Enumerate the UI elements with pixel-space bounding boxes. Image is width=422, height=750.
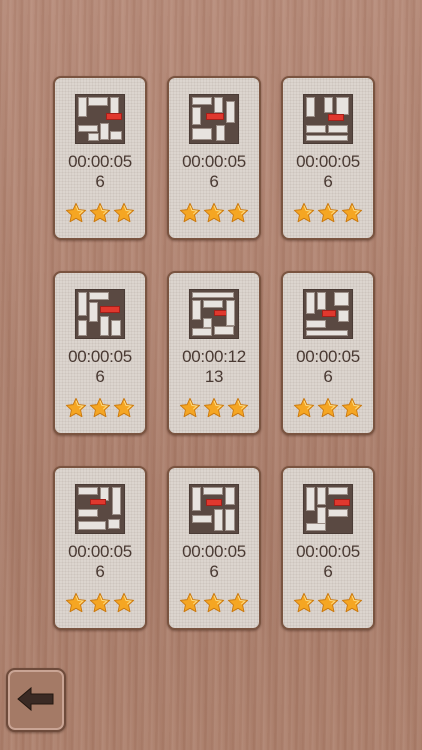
star-icon [179,397,201,419]
puzzle-thumbnail [75,94,125,144]
star-icon [65,397,87,419]
star-icon [317,202,339,224]
puzzle-thumbnail [189,94,239,144]
star-icon [203,397,225,419]
star-icon [113,397,135,419]
left-arrow-icon [17,686,54,712]
level-card-2[interactable]: 00:00:05 6 [167,76,261,240]
star-icon [113,592,135,614]
star-rating [65,202,135,224]
star-icon [203,202,225,224]
star-icon [203,592,225,614]
puzzle-thumbnail [189,484,239,534]
puzzle-thumbnail [75,484,125,534]
best-time: 00:00:05 6 [296,542,360,581]
level-card-7[interactable]: 00:00:05 6 [53,466,147,630]
best-time: 00:00:05 6 [182,542,246,581]
star-icon [341,592,363,614]
best-time: 00:00:05 6 [182,152,246,191]
level-card-1[interactable]: 00:00:05 6 [53,76,147,240]
best-time: 00:00:05 6 [68,152,132,191]
level-card-6[interactable]: 00:00:05 6 [281,271,375,435]
star-rating [179,592,249,614]
star-icon [293,397,315,419]
star-rating [293,397,363,419]
level-card-5[interactable]: 00:00:12 13 [167,271,261,435]
best-time: 00:00:05 6 [296,152,360,191]
star-rating [293,592,363,614]
star-rating [293,202,363,224]
star-icon [65,592,87,614]
puzzle-thumbnail [303,289,353,339]
star-icon [317,397,339,419]
star-icon [227,592,249,614]
star-icon [179,202,201,224]
level-card-3[interactable]: 00:00:05 6 [281,76,375,240]
best-time: 00:00:05 6 [68,347,132,386]
star-icon [89,397,111,419]
star-icon [227,397,249,419]
star-icon [89,202,111,224]
star-icon [179,592,201,614]
star-icon [341,397,363,419]
puzzle-thumbnail [75,289,125,339]
best-time: 00:00:12 13 [182,347,246,386]
puzzle-thumbnail [189,289,239,339]
star-rating [65,397,135,419]
star-icon [293,202,315,224]
star-icon [341,202,363,224]
level-card-4[interactable]: 00:00:05 6 [53,271,147,435]
star-icon [89,592,111,614]
star-rating [179,397,249,419]
puzzle-thumbnail [303,94,353,144]
best-time: 00:00:05 6 [68,542,132,581]
star-icon [293,592,315,614]
star-rating [179,202,249,224]
level-card-9[interactable]: 00:00:05 6 [281,466,375,630]
star-icon [65,202,87,224]
back-button[interactable] [6,668,66,732]
star-icon [227,202,249,224]
star-rating [65,592,135,614]
puzzle-thumbnail [303,484,353,534]
star-icon [113,202,135,224]
level-card-8[interactable]: 00:00:05 6 [167,466,261,630]
star-icon [317,592,339,614]
best-time: 00:00:05 6 [296,347,360,386]
